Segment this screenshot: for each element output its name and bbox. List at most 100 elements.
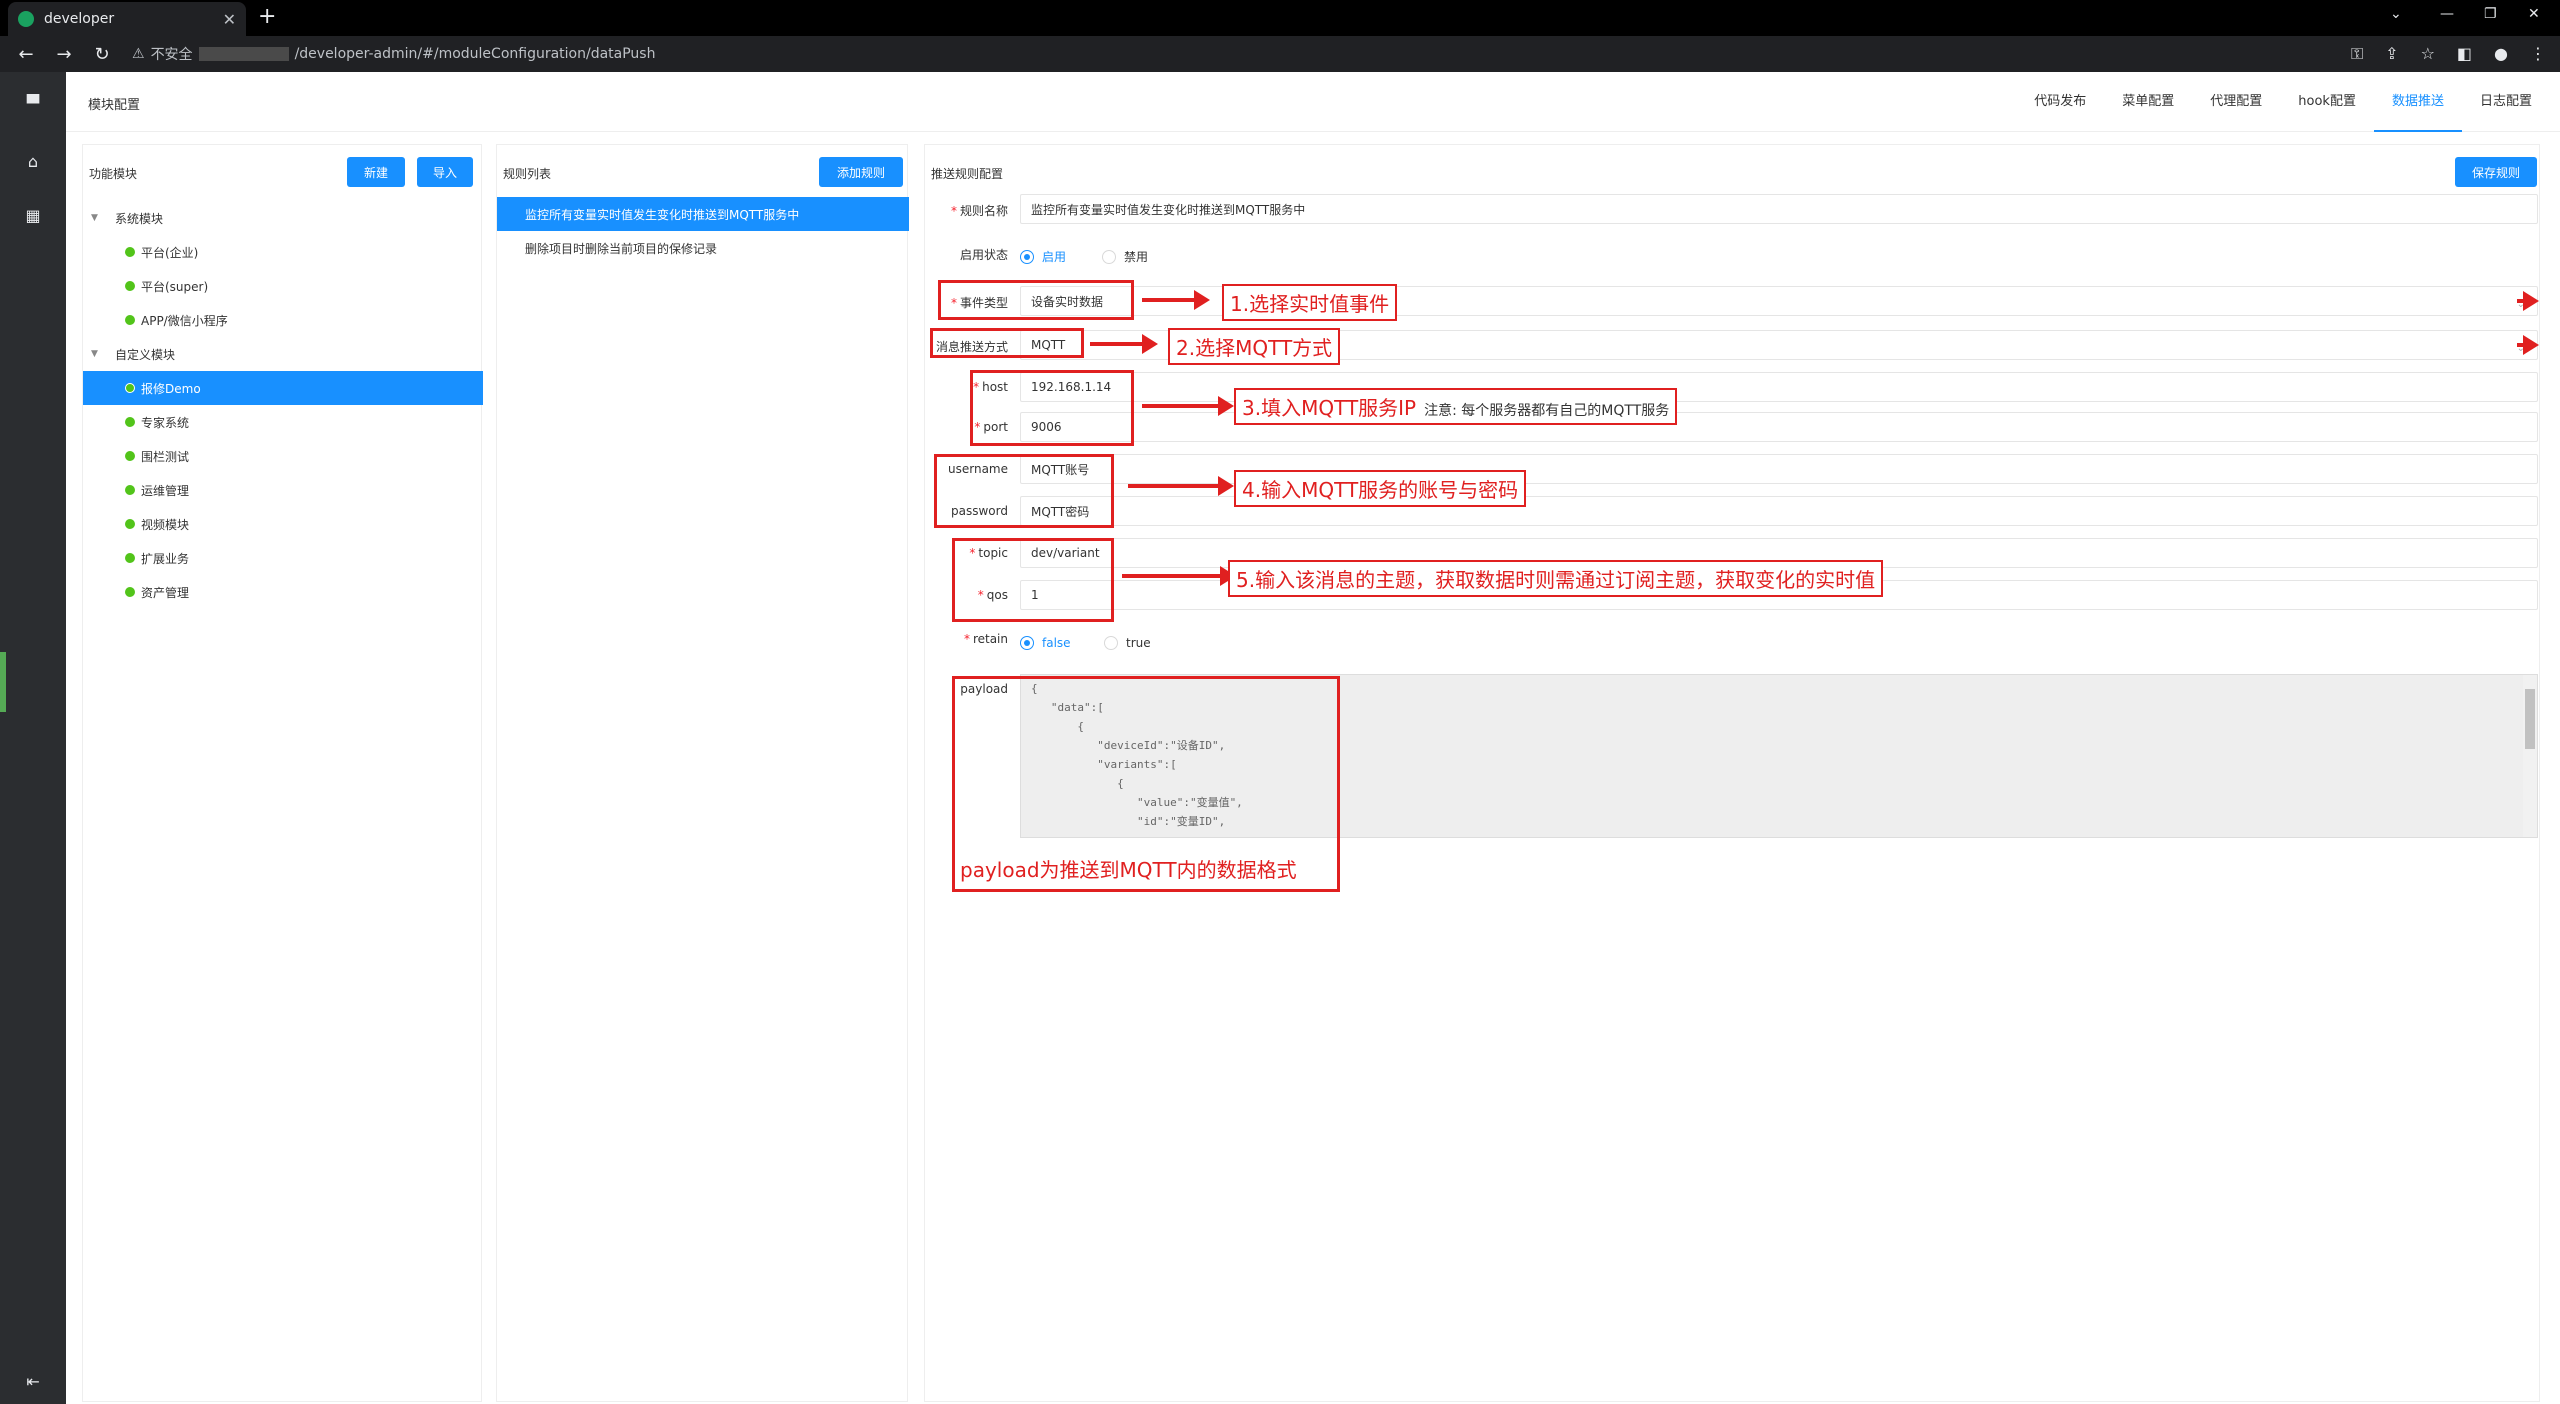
tree-item[interactable]: 平台(super): [83, 269, 483, 303]
nav-menu-config[interactable]: 菜单配置: [2104, 72, 2192, 132]
check-circle-icon: [125, 485, 135, 495]
module-tree: ▼ 系统模块 平台(企业) 平台(super) APP/微信小程序 ▼ 自定义模块 …: [83, 201, 483, 609]
import-button[interactable]: 导入: [417, 157, 473, 187]
annotation-arrow: [1122, 566, 1236, 586]
add-rule-button[interactable]: 添加规则: [819, 157, 903, 187]
reload-icon[interactable]: ↻: [90, 44, 114, 65]
tree-item[interactable]: APP/微信小程序: [83, 303, 483, 337]
app-rail: ▀ ⌂ ▦ ⇤: [0, 72, 66, 1404]
profile-icon[interactable]: ●: [2494, 44, 2508, 64]
warning-icon: ⚠: [132, 46, 145, 62]
check-circle-icon: [125, 417, 135, 427]
close-window-icon[interactable]: ✕: [2528, 6, 2540, 22]
home-icon[interactable]: ⌂: [22, 152, 44, 174]
page-title: 模块配置: [88, 98, 141, 113]
new-tab-icon[interactable]: +: [258, 4, 276, 29]
app-header: 模块配置 代码发布 菜单配置 代理配置 hook配置 数据推送 日志配置: [66, 72, 2560, 132]
url-path: /developer-admin/#/moduleConfiguration/d…: [294, 46, 656, 62]
form-title: 推送规则配置: [931, 167, 1004, 181]
tree-item[interactable]: 平台(企业): [83, 235, 483, 269]
annotation-6: payload为推送到MQTT内的数据格式: [960, 858, 1297, 882]
nav-log-config[interactable]: 日志配置: [2462, 72, 2550, 132]
annotation-2: 2.选择MQTT方式: [1168, 328, 1341, 365]
check-circle-icon: [125, 451, 135, 461]
status-enabled-radio[interactable]: 启用: [1020, 248, 1066, 265]
save-rule-button[interactable]: 保存规则: [2455, 157, 2537, 187]
close-tab-icon[interactable]: ✕: [223, 10, 236, 29]
nav-code-publish[interactable]: 代码发布: [2016, 72, 2104, 132]
payload-scrollbar[interactable]: [2523, 675, 2537, 837]
share-icon[interactable]: ⇪: [2385, 44, 2398, 64]
nav-proxy-config[interactable]: 代理配置: [2192, 72, 2280, 132]
annotation-5: 5.输入该消息的主题，获取数据时则需通过订阅主题，获取变化的实时值: [1228, 560, 1884, 597]
tab-title: developer: [44, 11, 115, 27]
rule-item-selected[interactable]: 监控所有变量实时值发生变化时推送到MQTT服务中: [497, 197, 909, 231]
annotation-1: 1.选择实时值事件: [1222, 284, 1398, 321]
back-icon[interactable]: ←: [14, 44, 38, 65]
tree-item[interactable]: 围栏测试: [83, 439, 483, 473]
annotation-box-account: [934, 454, 1114, 528]
check-circle-icon: [125, 281, 135, 291]
annotation-arrow: [1142, 290, 1210, 310]
collapse-icon[interactable]: ⇤: [22, 1372, 44, 1394]
annotation-arrow: [1090, 334, 1158, 354]
status-label: 启用状态: [959, 248, 1008, 262]
browser-tab[interactable]: developer ✕: [8, 2, 246, 36]
nav-data-push[interactable]: 数据推送: [2373, 72, 2462, 132]
check-circle-icon: [125, 519, 135, 529]
nav-hook-config[interactable]: hook配置: [2280, 72, 2374, 132]
annotation-arrow: [1142, 396, 1234, 416]
tree-item[interactable]: 专家系统: [83, 405, 483, 439]
annotation-box-event: [938, 280, 1134, 320]
restore-icon[interactable]: ❐: [2484, 6, 2497, 22]
tree-item[interactable]: 视频模块: [83, 507, 483, 541]
check-circle-icon: [125, 587, 135, 597]
chevron-down-icon: ▼: [91, 213, 98, 223]
menu-icon[interactable]: ⋮: [2530, 44, 2546, 64]
check-circle-icon: [125, 315, 135, 325]
retain-false-radio[interactable]: false: [1020, 636, 1071, 650]
annotation-box-method: [930, 328, 1084, 358]
annotation-box-host: [970, 370, 1134, 446]
tree-group[interactable]: ▼ 系统模块: [83, 201, 483, 235]
tree-item[interactable]: 扩展业务: [83, 541, 483, 575]
tree-item-selected[interactable]: 报修Demo: [83, 371, 483, 405]
top-nav: 代码发布 菜单配置 代理配置 hook配置 数据推送 日志配置: [2016, 72, 2550, 132]
check-circle-icon: [125, 383, 135, 393]
status-disabled-radio[interactable]: 禁用: [1102, 248, 1148, 265]
chevron-down-icon: ⌄: [2516, 335, 2541, 355]
rule-name-input[interactable]: 监控所有变量实时值发生变化时推送到MQTT服务中: [1020, 194, 2538, 224]
annotation-3: 3.填入MQTT服务IP 注意: 每个服务器都有自己的MQTT服务: [1234, 388, 1678, 425]
redacted-host: [198, 47, 289, 61]
tab-search-icon[interactable]: ⌄: [2390, 6, 2402, 22]
rules-panel: 规则列表 添加规则 监控所有变量实时值发生变化时推送到MQTT服务中 删除项目时…: [496, 144, 909, 1402]
key-icon[interactable]: ⚿: [2351, 44, 2363, 64]
retain-label: * retain: [963, 632, 1008, 646]
annotation-arrow: [1128, 476, 1234, 496]
security-label: 不安全: [150, 47, 193, 63]
rule-list: 监控所有变量实时值发生变化时推送到MQTT服务中 删除项目时删除当前项目的保修记…: [497, 197, 909, 265]
rules-title: 规则列表: [503, 167, 552, 181]
new-module-button[interactable]: 新建: [347, 157, 405, 187]
star-icon[interactable]: ☆: [2421, 44, 2435, 64]
favicon-icon: [18, 11, 34, 27]
tree-group[interactable]: ▼ 自定义模块: [83, 337, 483, 371]
annotation-box-topic: [952, 538, 1114, 622]
forward-icon[interactable]: →: [52, 44, 76, 65]
monitor-icon[interactable]: ▀: [22, 94, 44, 116]
check-circle-icon: [125, 553, 135, 563]
address-bar: ← → ↻ ⚠ 不安全 /developer-admin/#/moduleCon…: [0, 36, 2560, 72]
chevron-down-icon: ⌄: [2516, 291, 2541, 311]
url-field[interactable]: ⚠ 不安全 /developer-admin/#/moduleConfigura…: [132, 44, 655, 64]
modules-panel: 功能模块 新建 导入 ▼ 系统模块 平台(企业) 平台(super) APP/微信…: [82, 144, 483, 1402]
minimize-icon[interactable]: —: [2440, 6, 2454, 22]
tree-item[interactable]: 运维管理: [83, 473, 483, 507]
modules-title: 功能模块: [89, 167, 138, 181]
retain-true-radio[interactable]: true: [1104, 636, 1151, 650]
name-label: * 规则名称: [950, 204, 1008, 218]
sidepanel-icon[interactable]: ◧: [2457, 44, 2472, 64]
rule-item[interactable]: 删除项目时删除当前项目的保修记录: [497, 231, 909, 265]
browser-tabbar: developer ✕ + ⌄ — ❐ ✕: [0, 0, 2560, 36]
grid-icon[interactable]: ▦: [22, 206, 44, 228]
tree-item[interactable]: 资产管理: [83, 575, 483, 609]
